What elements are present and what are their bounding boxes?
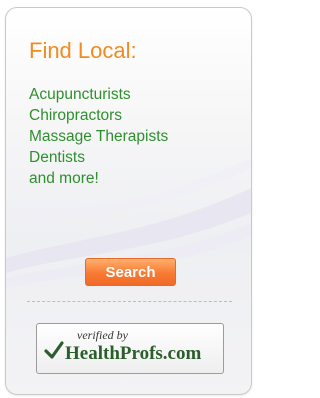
link-acupuncturists[interactable]: Acupuncturists [29, 84, 168, 105]
provider-link-list: Acupuncturists Chiropractors Massage The… [29, 84, 168, 189]
verified-badge[interactable]: verified by HealthProfs.com [36, 323, 224, 374]
widget-title: Find Local: [29, 38, 137, 63]
link-chiropractors[interactable]: Chiropractors [29, 105, 168, 126]
find-local-widget: Find Local: Acupuncturists Chiropractors… [5, 7, 252, 395]
healthprofs-logo-text: HealthProfs.com [65, 343, 202, 364]
dashed-divider [27, 301, 232, 302]
verified-by-text: verified by [77, 328, 128, 342]
link-dentists[interactable]: Dentists [29, 147, 168, 168]
link-massage-therapists[interactable]: Massage Therapists [29, 126, 168, 147]
link-and-more[interactable]: and more! [29, 168, 168, 189]
search-button[interactable]: Search [85, 258, 176, 286]
checkmark-icon [44, 341, 64, 359]
